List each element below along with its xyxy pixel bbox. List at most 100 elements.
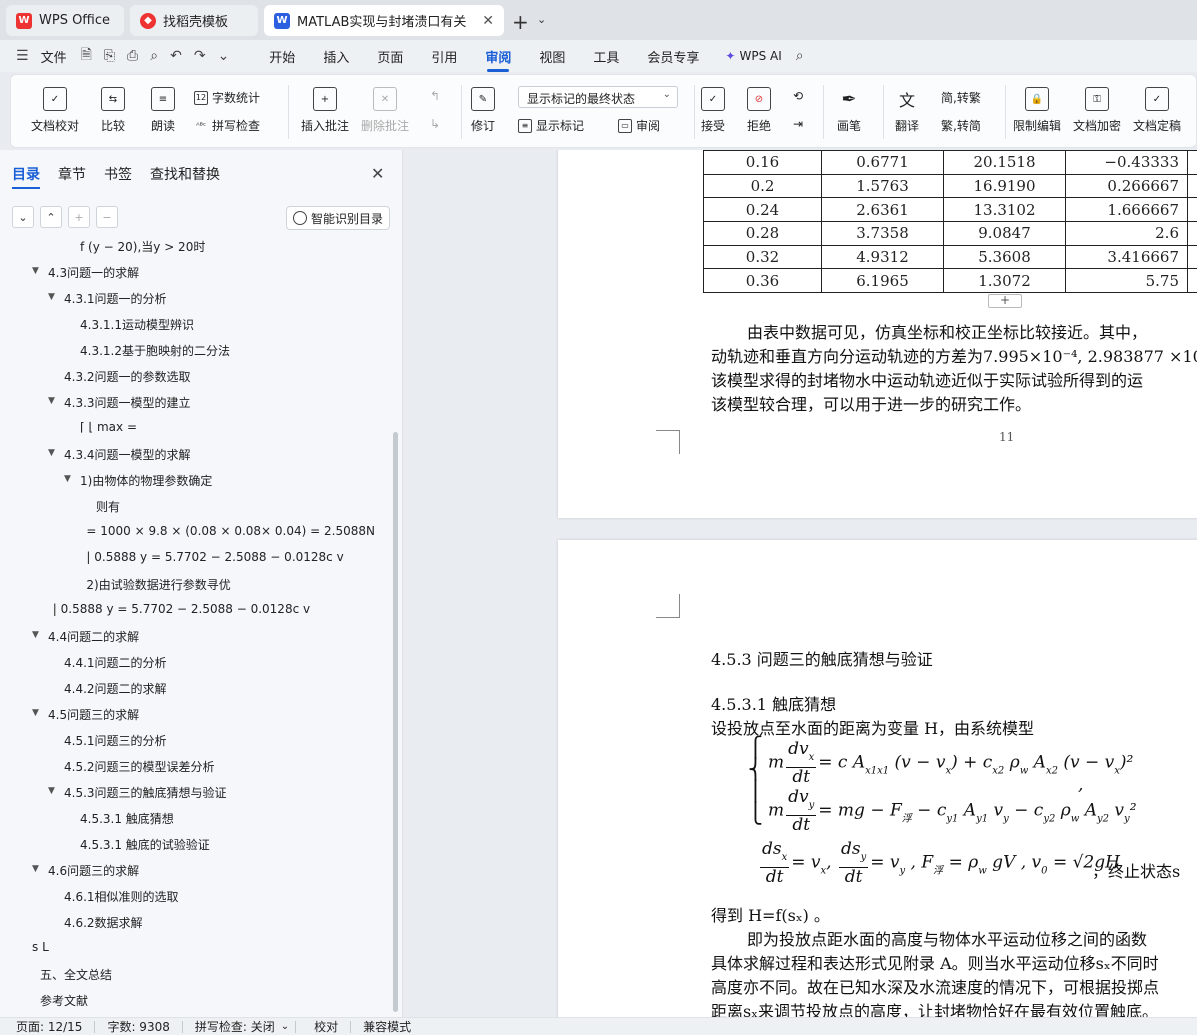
tab-document[interactable]: W MATLAB实现与封堵溃口有关 ✕ <box>264 5 504 36</box>
toc-item[interactable]: 4.6问题三的求解 <box>48 862 139 879</box>
toc-collapse-caret-icon[interactable]: ▼ <box>32 708 39 718</box>
add-table-row-button[interactable]: + <box>988 294 1022 308</box>
table-cell[interactable]: −0.43333 <box>1065 150 1188 175</box>
table-cell[interactable]: 0.6771 <box>821 150 944 175</box>
table-cell[interactable]: 5.3608 <box>943 244 1066 270</box>
toc-item[interactable]: 五、全文总结 <box>40 966 112 983</box>
toc-collapse-caret-icon[interactable]: ▼ <box>32 864 39 874</box>
nav-tab-chapters[interactable]: 章节 <box>58 164 86 189</box>
toc-item[interactable]: f (y − 20),当y > 20时 <box>80 238 205 255</box>
toc-collapse-caret-icon[interactable]: ▼ <box>32 630 39 640</box>
toc-scrollbar[interactable] <box>393 432 398 1012</box>
table-cell[interactable]: 2.6361 <box>821 197 944 223</box>
more-chevron-icon[interactable]: ⌄ <box>218 48 230 64</box>
table-cell[interactable] <box>1187 244 1197 270</box>
markup-state-select[interactable]: 显示标记的最终状态 ⌄ <box>518 86 678 108</box>
toc-item[interactable]: 4.5.3问题三的触底猜想与验证 <box>64 784 227 801</box>
toc-collapse-caret-icon[interactable]: ▼ <box>32 266 39 276</box>
word-count-indicator[interactable]: 字数: 9308 <box>107 1018 169 1035</box>
table-cell[interactable] <box>1187 150 1197 175</box>
proof-status[interactable]: 校对 <box>314 1018 338 1035</box>
spell-check-button[interactable]: ᴬᴮᶜ 拼写检查 <box>194 117 260 134</box>
close-tab-icon[interactable]: ✕ <box>482 13 494 29</box>
compare-button[interactable]: ⇆ 比较 <box>101 87 125 134</box>
table-cell[interactable] <box>1187 221 1197 246</box>
table-cell[interactable] <box>1187 197 1197 223</box>
revise-button[interactable]: ✎ 修订 <box>471 87 495 134</box>
menu-tab-reference[interactable]: 引用 <box>431 41 457 72</box>
table-cell[interactable]: 0.32 <box>703 244 822 270</box>
toc-item[interactable]: 4.3.4问题一模型的求解 <box>64 446 191 463</box>
remove-heading-icon[interactable]: − <box>96 206 118 228</box>
wps-ai-button[interactable]: ✦ WPS AI <box>725 49 781 63</box>
expand-down-icon[interactable]: ⌄ <box>12 206 34 228</box>
toc-item[interactable]: 4.5.1问题三的分析 <box>64 732 167 749</box>
next-comment-icon[interactable]: ↳ <box>430 117 440 131</box>
page-indicator[interactable]: 页面: 12/15 <box>16 1018 82 1035</box>
table-cell[interactable] <box>1187 268 1197 294</box>
toc-item[interactable]: 4.4.1问题二的分析 <box>64 654 167 671</box>
hamburger-icon[interactable]: ☰ <box>16 48 29 64</box>
toc-item[interactable]: 4.3.1.2基于胞映射的二分法 <box>80 342 230 359</box>
table-cell[interactable]: 0.266667 <box>1065 173 1188 199</box>
print-preview-icon[interactable]: ⌕ <box>150 48 158 64</box>
toc-item[interactable]: 4.6.1相似准则的选取 <box>64 888 179 905</box>
nav-tab-find-replace[interactable]: 查找和替换 <box>150 164 220 189</box>
menu-tab-view[interactable]: 视图 <box>539 41 565 72</box>
share-icon[interactable]: ⎘ <box>104 48 115 64</box>
table-cell[interactable]: 0.36 <box>703 268 822 294</box>
insert-comment-button[interactable]: + 插入批注 <box>301 87 349 134</box>
tab-template[interactable]: ◆ 找稻壳模板 <box>130 5 258 36</box>
menu-tab-page[interactable]: 页面 <box>377 41 403 72</box>
table-cell[interactable]: 1.3072 <box>943 268 1066 294</box>
table-cell[interactable]: 2.6 <box>1065 221 1188 246</box>
toc-collapse-caret-icon[interactable]: ▼ <box>48 292 55 302</box>
table-cell[interactable]: 3.7358 <box>821 221 944 246</box>
toc-collapse-caret-icon[interactable]: ▼ <box>64 474 71 484</box>
table-cell[interactable]: 0.16 <box>703 150 822 175</box>
toc-item[interactable]: 4.5.3.1 触底猜想 <box>80 810 174 827</box>
toc-item[interactable]: 4.3问题一的求解 <box>48 264 139 281</box>
spell-check-status[interactable]: 拼写检查: 关闭 <box>195 1018 275 1035</box>
show-markup-button[interactable]: ≡ 显示标记 <box>518 117 584 134</box>
delete-comment-button[interactable]: ✕ 删除批注 <box>361 87 409 134</box>
prev-comment-icon[interactable]: ↰ <box>430 89 440 103</box>
doc-check-button[interactable]: ✓ 文档校对 <box>31 87 79 134</box>
menu-tab-tools[interactable]: 工具 <box>593 41 619 72</box>
toc-collapse-caret-icon[interactable]: ▼ <box>48 448 55 458</box>
read-aloud-button[interactable]: ≡ 朗读 <box>151 87 175 134</box>
next-revision-icon[interactable]: ⇥ <box>793 117 803 131</box>
menu-tab-membership[interactable]: 会员专享 <box>647 41 699 72</box>
new-tab-icon[interactable]: + <box>512 10 529 34</box>
table-cell[interactable]: 4.9312 <box>821 244 944 270</box>
chevron-down-icon[interactable]: ⌄ <box>281 1021 289 1032</box>
toc-item[interactable]: | 0.5888 y = 5.7702 − 2.5088 − 0.0128c v <box>86 550 343 564</box>
file-menu[interactable]: 文件 <box>41 47 67 66</box>
add-heading-icon[interactable]: + <box>68 206 90 228</box>
reject-button[interactable]: ⊘ 拒绝 <box>747 87 771 134</box>
save-icon[interactable]: 🗎 <box>81 44 92 68</box>
toc-item[interactable]: 4.4问题二的求解 <box>48 628 139 645</box>
toc-item[interactable]: 4.3.3问题一模型的建立 <box>64 394 191 411</box>
table-cell[interactable]: 0.28 <box>703 221 822 246</box>
accept-button[interactable]: ✓ 接受 <box>701 87 725 134</box>
pen-button[interactable]: ✒ 画笔 <box>837 87 861 134</box>
translate-button[interactable]: 文 翻译 <box>895 87 919 134</box>
table-cell[interactable]: 5.75 <box>1065 268 1188 294</box>
table-cell[interactable]: 13.3102 <box>943 197 1066 223</box>
toc-item[interactable]: 4.5.3.1 触底的试验验证 <box>80 836 210 853</box>
menu-tab-review[interactable]: 审阅 <box>485 41 511 72</box>
toc-item[interactable]: 4.6.2数据求解 <box>64 914 143 931</box>
smart-toc-button[interactable]: 智能识别目录 <box>286 206 390 230</box>
print-icon[interactable]: ⎙ <box>127 48 138 64</box>
toc-item[interactable]: s L <box>32 940 49 954</box>
review-pane-button[interactable]: ▭ 审阅 <box>618 117 660 134</box>
close-icon[interactable]: ✕ <box>371 164 384 183</box>
toc-item[interactable]: ⌈ ⌊ max = <box>80 420 137 434</box>
prev-revision-icon[interactable]: ⟲ <box>793 89 803 103</box>
toc-item[interactable]: 4.3.2问题一的参数选取 <box>64 368 191 385</box>
nav-tab-toc[interactable]: 目录 <box>12 164 40 189</box>
tab-wps-office[interactable]: W WPS Office <box>6 5 124 36</box>
search-icon[interactable]: ⌕ <box>796 48 804 64</box>
toc-item[interactable]: 4.5.2问题三的模型误差分析 <box>64 758 215 775</box>
